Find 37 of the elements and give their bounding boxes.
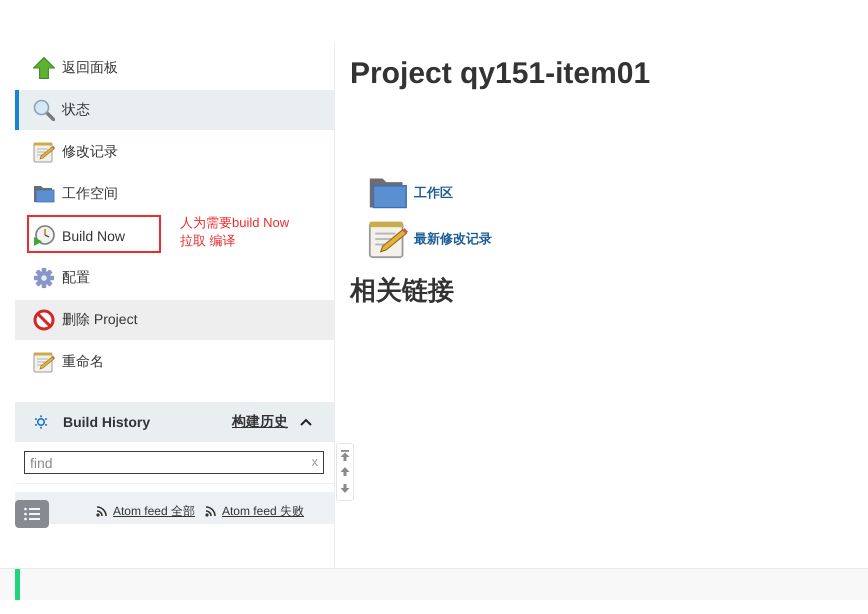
- sidebar-item[interactable]: 重命名: [15, 342, 334, 382]
- annotation-text: 拉取 编译: [180, 232, 236, 250]
- main-link[interactable]: 工作区: [414, 184, 453, 202]
- notepad-pencil-icon: [33, 141, 55, 163]
- rss-icon: [204, 506, 216, 517]
- arrow-down-icon[interactable]: [340, 483, 350, 494]
- dotted-sun-icon: [34, 415, 48, 429]
- sidebar-item[interactable]: 删除 Project: [15, 300, 334, 340]
- up-arrow-icon: [33, 57, 55, 79]
- arrow-up-icon[interactable]: [340, 466, 350, 478]
- feed-link[interactable]: Atom feed 失败: [222, 503, 304, 520]
- caret-up-icon[interactable]: [300, 418, 312, 426]
- folder-icon: [33, 183, 55, 205]
- sidebar-item[interactable]: 修改记录: [15, 132, 334, 172]
- scroll-top-icon[interactable]: [340, 450, 350, 461]
- main-link[interactable]: 最新修改记录: [414, 230, 492, 248]
- sidebar-item[interactable]: 配置: [15, 258, 334, 298]
- feed-link[interactable]: Atom feed 全部: [112, 503, 195, 520]
- sidebar-item[interactable]: 状态: [15, 90, 334, 130]
- menu-button[interactable]: [15, 500, 49, 528]
- annotation-text: 人为需要build Now: [180, 214, 290, 232]
- sidebar-item[interactable]: Build Now: [15, 216, 180, 256]
- sidebar-item[interactable]: 返回面板: [15, 48, 334, 88]
- panel-title: Build History: [63, 414, 152, 430]
- accent-bar: [15, 569, 20, 600]
- clock-play-icon: [33, 225, 55, 247]
- section-heading: 相关链接: [350, 274, 455, 306]
- prohibited-icon: [33, 309, 55, 331]
- build-history-link[interactable]: 构建历史: [232, 413, 288, 431]
- gear-icon: [33, 267, 55, 289]
- sidebar-item[interactable]: 工作空间: [15, 174, 334, 214]
- rss-icon: [96, 506, 107, 517]
- search-icon: [33, 99, 55, 121]
- list-icon: [24, 507, 40, 521]
- notepad-pencil-icon: [368, 219, 408, 259]
- page-title: Project qy151-item01: [350, 56, 652, 92]
- notepad-pencil-icon: [33, 351, 55, 373]
